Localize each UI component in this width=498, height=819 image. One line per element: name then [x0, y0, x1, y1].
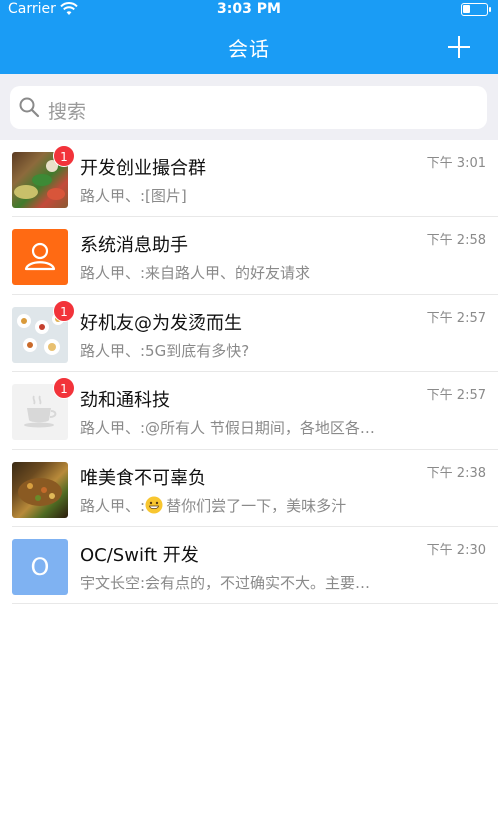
- conversation-row[interactable]: 1 劲和通科技 路人甲、:@所有人 节假日期间，各地区各… 下午 2:57: [0, 372, 498, 450]
- conversation-time: 下午 3:01: [426, 156, 486, 171]
- conversation-list: 1 开发创业撮合群 路人甲、:[图片] 下午 3:01 系统消息助手 路人甲、:…: [0, 140, 498, 605]
- avatar: O: [12, 538, 68, 595]
- conversation-row[interactable]: O OC/Swift 开发 宇文长空:会有点的，不过确实不大。主要… 下午 2:…: [0, 527, 498, 605]
- food-photo-icon: [18, 477, 62, 506]
- conversation-preview: 路人甲、:来自路人甲、的好友请求: [80, 264, 311, 283]
- conversation-row[interactable]: 系统消息助手 路人甲、:来自路人甲、的好友请求 下午 2:58: [0, 217, 498, 296]
- status-bar: Carrier 3:03 PM: [0, 0, 498, 22]
- conversation-name: 开发创业撮合群: [80, 158, 206, 179]
- person-icon: [24, 243, 56, 271]
- avatar: [12, 229, 68, 286]
- conversation-name: 唯美食不可辜负: [80, 467, 206, 489]
- conversation-name: OC/Swift 开发: [80, 544, 199, 566]
- search-icon: [19, 97, 40, 118]
- grinning-emoji-icon: [145, 496, 163, 514]
- search-placeholder: 搜索: [48, 101, 87, 123]
- search-field[interactable]: 搜索: [10, 86, 487, 129]
- conversation-preview: 路人甲、: 替你们尝了一下，美味多汁: [80, 495, 420, 516]
- conversation-time: 下午 2:57: [426, 310, 486, 326]
- conversation-preview: 路人甲、:[图片]: [80, 187, 187, 205]
- unread-badge: 1: [53, 145, 75, 167]
- unread-badge: 1: [53, 299, 75, 322]
- conversation-row[interactable]: 唯美食不可辜负 路人甲、: 替你们尝了一下，美味多汁 下午 2:38: [0, 450, 498, 528]
- conversation-name: 好机友@为发烫而生: [80, 312, 242, 334]
- conversation-row[interactable]: 1 开发创业撮合群 路人甲、:[图片] 下午 3:01: [0, 140, 498, 218]
- unread-badge: 1: [53, 377, 75, 400]
- plus-icon[interactable]: [448, 36, 470, 58]
- preview-sender: 路人甲、:: [80, 496, 146, 515]
- navigation-bar: Carrier 3:03 PM 会话: [0, 0, 498, 74]
- preview-text: 替你们尝了一下，美味多汁: [166, 496, 347, 515]
- battery-level: [463, 5, 470, 13]
- conversation-time: 下午 2:38: [426, 465, 486, 481]
- battery-icon: [461, 3, 491, 16]
- conversation-name: 系统消息助手: [80, 235, 188, 257]
- conversation-preview: 路人甲、:@所有人 节假日期间，各地区各…: [80, 419, 375, 438]
- search-bar: 搜索: [0, 74, 498, 140]
- conversation-name: 劲和通科技: [80, 390, 170, 412]
- page-title: 会话: [228, 37, 270, 61]
- conversation-time: 下午 2:57: [426, 388, 486, 404]
- conversation-row[interactable]: 1 好机友@为发烫而生 路人甲、:5G到底有多快? 下午 2:57: [0, 295, 498, 373]
- conversation-time: 下午 2:58: [426, 233, 486, 249]
- avatar: [12, 461, 68, 518]
- status-time: 3:03 PM: [217, 1, 281, 17]
- conversation-preview: 宇文长空:会有点的，不过确实不大。主要…: [80, 573, 371, 592]
- conversation-preview: 路人甲、:5G到底有多快?: [80, 341, 250, 360]
- conversation-time: 下午 2:30: [426, 542, 486, 558]
